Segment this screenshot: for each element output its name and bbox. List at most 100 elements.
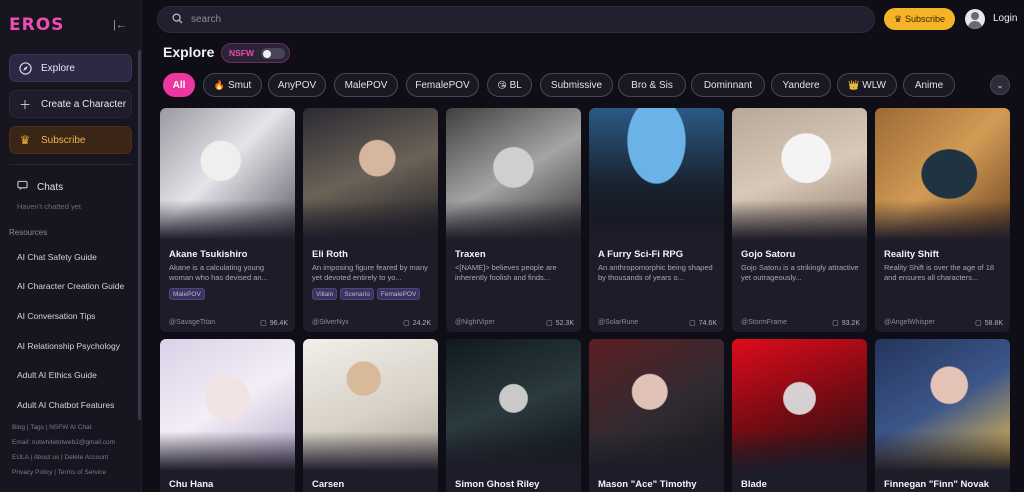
character-image — [732, 108, 867, 240]
character-card[interactable]: Akane Tsukishiro Akane is a calculating … — [160, 108, 295, 332]
creator-name[interactable]: @AngelWhisper — [884, 319, 935, 326]
character-card[interactable]: Blade — [732, 339, 867, 492]
creator-name[interactable]: @SavageTitan — [169, 319, 215, 326]
compass-icon — [18, 61, 32, 75]
tag-label: BL — [509, 79, 522, 91]
plus-icon: ＋ — [18, 97, 31, 112]
tag-bro-sis[interactable]: Bro & Sis — [618, 73, 686, 97]
toggle-switch[interactable] — [261, 48, 285, 59]
character-description: Akane is a calculating young woman who h… — [169, 263, 268, 282]
character-name: Eli Roth — [312, 249, 348, 260]
character-tag[interactable]: FemalePOV — [376, 288, 421, 300]
search-icon — [172, 12, 183, 27]
character-card[interactable]: Chu Hana — [160, 339, 295, 492]
sidebar-item-chats[interactable]: Chats — [17, 180, 63, 194]
footer-links[interactable]: Privacy Policy | Terms of Service — [12, 469, 106, 476]
tag-smut[interactable]: 🔥 Smut — [203, 73, 262, 97]
character-card[interactable]: Simon Ghost Riley — [446, 339, 581, 492]
tag-all[interactable]: All — [163, 73, 195, 97]
subscribe-label: Subscribe — [905, 14, 946, 24]
page-title: Explore — [163, 44, 215, 60]
chat-count-value: 24.2K — [412, 319, 431, 327]
character-card[interactable]: Traxen <[NAME]> believes people are inhe… — [446, 108, 581, 332]
chevron-down-icon[interactable]: ⌄ — [990, 75, 1010, 95]
creator-name[interactable]: @SolarRune — [598, 319, 638, 326]
sidebar-item-label: Create a Character — [41, 98, 127, 110]
chat-count-value: 74.6K — [698, 319, 717, 327]
tag-label: All — [172, 79, 186, 91]
chat-bubble-icon: ▢ — [546, 320, 553, 327]
character-card[interactable]: Carsen — [303, 339, 438, 492]
tag-label: Smut — [227, 79, 252, 91]
creator-name[interactable]: @SilverNyx — [312, 319, 349, 326]
subscribe-button[interactable]: ♛ Subscribe — [884, 8, 955, 30]
character-card[interactable]: Reality Shift Reality Shift is over the … — [875, 108, 1010, 332]
character-description: <[NAME]> believes people are inherently … — [455, 263, 557, 282]
character-image — [160, 339, 295, 471]
search-bar[interactable] — [157, 6, 875, 33]
sidebar-item-create-character[interactable]: ＋ Create a Character — [9, 90, 132, 118]
resource-link[interactable]: AI Character Creation Guide — [17, 281, 124, 291]
sidebar-scrollbar[interactable] — [138, 50, 141, 420]
creator-name[interactable]: @StormFrame — [741, 319, 787, 326]
chat-bubble-icon: ▢ — [260, 320, 267, 327]
logo[interactable]: EROS — [9, 15, 64, 35]
character-name: Mason "Ace" Timothy — [598, 479, 697, 490]
tag-anypov[interactable]: AnyPOV — [268, 73, 326, 97]
crown-icon: ♛ — [893, 13, 903, 24]
nsfw-toggle[interactable]: NSFW — [221, 43, 290, 63]
tag-bl[interactable]: 😘 BL — [487, 73, 532, 97]
creator-name[interactable]: @NightViper — [455, 319, 495, 326]
character-card[interactable]: Mason "Ace" Timothy — [589, 339, 724, 492]
character-description: Gojo Satoru is a strikingly attractive y… — [741, 263, 859, 282]
character-tags: Villain Scenario FemalePOV — [312, 288, 421, 300]
search-input[interactable] — [191, 14, 791, 25]
sidebar-item-subscribe[interactable]: ♛ Subscribe — [9, 126, 132, 154]
tag-anime[interactable]: Anime — [903, 73, 955, 97]
character-name: Chu Hana — [169, 479, 214, 490]
sidebar-item-explore[interactable]: Explore — [9, 54, 132, 82]
tag-submissive[interactable]: Submissive — [540, 73, 613, 97]
character-tag[interactable]: Scenario — [340, 288, 374, 300]
character-tag[interactable]: MalePOV — [169, 288, 205, 300]
tag-wlw[interactable]: 👑 WLW — [837, 73, 897, 97]
character-name: Carsen — [312, 479, 345, 490]
character-image — [589, 339, 724, 471]
chat-count-value: 58.8K — [984, 319, 1003, 327]
collapse-sidebar-icon[interactable]: |← — [113, 18, 127, 32]
crown-icon: 👑 — [848, 79, 860, 90]
character-tag[interactable]: Villain — [312, 288, 338, 300]
footer-links[interactable]: EULA | About us | Delete Account — [12, 454, 108, 461]
resource-link[interactable]: AI Chat Safety Guide — [17, 252, 97, 262]
login-link[interactable]: Login — [993, 13, 1017, 24]
avatar[interactable] — [965, 9, 985, 29]
resource-link[interactable]: AI Relationship Psychology — [17, 341, 120, 351]
character-description: Reality Shift is over the age of 18 and … — [884, 263, 995, 282]
character-card[interactable]: Finnegan "Finn" Novak — [875, 339, 1010, 492]
chat-count-value: 93.2K — [841, 319, 860, 327]
resource-link[interactable]: Adult AI Ethics Guide — [17, 370, 97, 380]
footer-links[interactable]: Blog | Tags | NSFW AI Chat — [12, 424, 91, 431]
character-card[interactable]: A Furry Sci-Fi RPG An anthropomorphic be… — [589, 108, 724, 332]
crown-icon: ♛ — [19, 133, 31, 147]
character-image — [875, 108, 1010, 240]
chat-count-value: 52.3K — [555, 319, 574, 327]
tag-label: MalePOV — [344, 79, 388, 91]
character-name: Finnegan "Finn" Novak — [884, 479, 990, 490]
character-image — [446, 108, 581, 240]
character-card[interactable]: Gojo Satoru Gojo Satoru is a strikingly … — [732, 108, 867, 332]
character-description: An imposing figure feared by many yet de… — [312, 263, 428, 282]
character-name: Reality Shift — [884, 249, 939, 260]
resource-link[interactable]: AI Conversation Tips — [17, 311, 95, 321]
tag-dominnant[interactable]: Dominnant — [691, 73, 765, 97]
character-card[interactable]: Eli Roth An imposing figure feared by ma… — [303, 108, 438, 332]
chats-empty-text: Haven't chatted yet — [17, 202, 81, 211]
tag-femalepov[interactable]: FemalePOV — [406, 73, 479, 97]
character-name: Simon Ghost Riley — [455, 479, 540, 490]
character-image — [446, 339, 581, 471]
resource-link[interactable]: Adult AI Chatbot Features — [17, 400, 114, 410]
tag-yandere[interactable]: Yandere — [771, 73, 831, 97]
kiss-face-icon: 😘 — [497, 79, 507, 90]
resources-title: Resources — [9, 228, 48, 237]
tag-malepov[interactable]: MalePOV — [334, 73, 398, 97]
